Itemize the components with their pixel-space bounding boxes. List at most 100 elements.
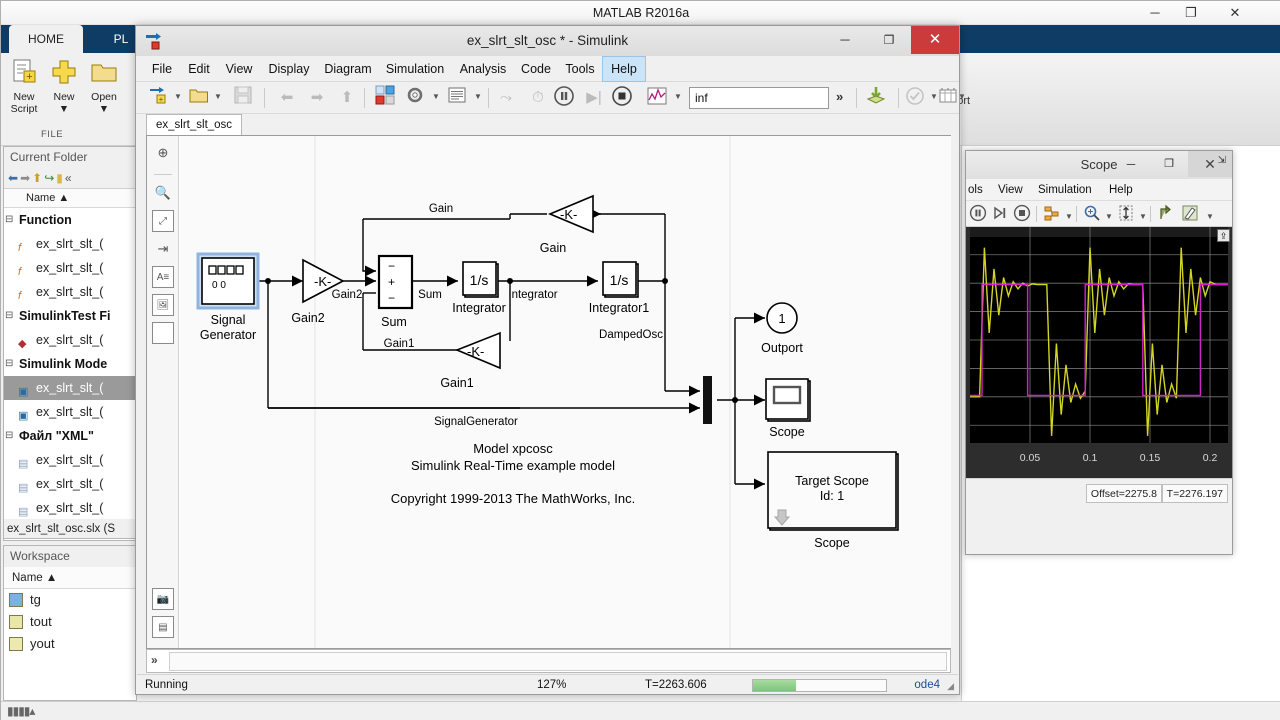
new-button[interactable]: New ▼ [44, 57, 84, 115]
pause-icon[interactable] [550, 85, 578, 111]
settings-dropdown-icon[interactable]: ▼ [432, 92, 440, 101]
annotation-icon[interactable]: A≡ [152, 266, 174, 288]
workspace-variable-row[interactable]: tg [4, 589, 138, 611]
model-explorer-icon[interactable] [444, 85, 470, 111]
file-group-header[interactable]: Файл "XML" [4, 424, 138, 448]
back-icon[interactable]: ⬅ [8, 171, 20, 185]
scope-plot[interactable]: 0.05 0.1 0.15 0.2 [966, 227, 1232, 478]
scope-pause-icon[interactable] [968, 204, 988, 224]
menu-display[interactable]: Display [260, 56, 318, 82]
forward-icon[interactable]: ➡ [20, 171, 32, 185]
pin-icon[interactable]: ⇪ [1217, 229, 1230, 242]
matlab-minimize-button[interactable]: ─ [1137, 1, 1173, 25]
style-icon[interactable] [1180, 204, 1200, 224]
menu-simulation[interactable]: Simulation [378, 56, 452, 82]
simulink-maximize-button[interactable]: ❐ [867, 26, 911, 54]
scope-menu-ols[interactable]: ols [968, 179, 983, 201]
fit-dropdown-icon[interactable]: ▼ [1139, 212, 1147, 221]
open-folder-icon[interactable] [186, 85, 212, 111]
file-list-item[interactable]: 𝑓 ex_slrt_slt_( [4, 280, 138, 304]
scope-fit-to-view-icon[interactable] [1116, 204, 1136, 224]
scope-maximize-button[interactable]: ❐ [1150, 151, 1188, 177]
current-folder-column-header[interactable]: Name ▲ [4, 189, 138, 208]
configuration-dropdown-icon[interactable]: ▼ [1065, 212, 1073, 221]
cursor-measurements-icon[interactable] [1156, 204, 1176, 224]
overflow-icon[interactable]: « [65, 171, 74, 185]
new-script-button[interactable]: + New Script [4, 57, 44, 115]
arrow-right-icon[interactable]: ➡ [304, 85, 330, 111]
menu-analysis[interactable]: Analysis [452, 56, 514, 82]
area-icon[interactable] [152, 322, 174, 344]
folder-icon[interactable]: ▮ [56, 171, 65, 185]
menu-help[interactable]: Help [602, 56, 646, 82]
file-group-header[interactable]: SimulinkTest Fi [4, 304, 138, 328]
camera-icon[interactable]: 📷 [152, 588, 174, 610]
arrow-left-icon[interactable]: ⬅ [274, 85, 300, 111]
up-folder-icon[interactable]: ⬆ [32, 171, 44, 185]
current-folder-file-tree[interactable]: Function 𝑓 ex_slrt_slt_(𝑓 ex_slrt_slt_(𝑓 ex_… [4, 208, 138, 541]
simulink-close-button[interactable]: ✕ [911, 26, 959, 54]
bottom-bar-chevron-icon[interactable]: » [151, 653, 158, 667]
library-browser-icon[interactable] [372, 85, 398, 111]
file-list-item[interactable]: ▤ ex_slrt_slt_( [4, 496, 138, 520]
step-forward-icon[interactable]: ▶| [580, 85, 608, 111]
target-icon[interactable]: ⊕ [152, 142, 174, 164]
fast-restart-icon[interactable]: ⏱ [524, 85, 552, 111]
configuration-icon[interactable] [1042, 204, 1062, 224]
grid-dropdown-icon[interactable]: ▼ [958, 92, 966, 101]
arrow-up-icon[interactable]: ⬆ [334, 85, 360, 111]
scope-menu-help[interactable]: Help [1109, 179, 1133, 201]
menu-code[interactable]: Code [514, 56, 558, 82]
model-settings-icon[interactable] [402, 85, 428, 111]
refresh-icon[interactable]: ↪ [44, 171, 56, 185]
workspace-variable-list[interactable]: tg tout yout [4, 589, 138, 655]
tab-home[interactable]: HOME [9, 25, 83, 53]
menu-diagram[interactable]: Diagram [318, 56, 378, 82]
file-group-header[interactable]: Simulink Mode [4, 352, 138, 376]
status-solver[interactable]: ode4 [914, 675, 940, 695]
statusbar-grip-icon[interactable]: ▮▮▮▮▴ [7, 704, 35, 718]
fit-to-view-icon[interactable]: ⤢ [152, 210, 174, 232]
style-dropdown-icon[interactable]: ▼ [1206, 212, 1214, 221]
stop-time-input[interactable]: inf [689, 87, 829, 109]
workspace-variable-row[interactable]: yout [4, 633, 138, 655]
stop-icon[interactable] [608, 85, 636, 111]
menu-view[interactable]: View [218, 56, 260, 82]
menu-tools[interactable]: Tools [558, 56, 602, 82]
current-folder-toolbar[interactable]: ⬅➡⬆↪▮« [4, 167, 138, 189]
workspace-column-header[interactable]: Name ▲ [4, 567, 138, 589]
simulink-minimize-button[interactable]: ─ [823, 26, 867, 54]
file-list-item[interactable]: ▣ ex_slrt_slt_( [4, 400, 138, 424]
simulink-model-canvas[interactable]: 0 0 Signal Generator -K- Gain2 − + − Sum [180, 136, 951, 648]
bottom-bar-field[interactable] [169, 652, 947, 671]
scope-stop-icon[interactable] [1012, 204, 1032, 224]
menu-edit[interactable]: Edit [180, 56, 218, 82]
workspace-variable-row[interactable]: tout [4, 611, 138, 633]
file-list-item[interactable]: ▤ ex_slrt_slt_( [4, 448, 138, 472]
file-list-item[interactable]: ▤ ex_slrt_slt_( [4, 472, 138, 496]
build-model-icon[interactable] [862, 85, 890, 111]
open-dropdown-icon[interactable]: ▼ [214, 92, 222, 101]
viewer-dropdown-icon[interactable]: ▼ [674, 92, 682, 101]
save-icon[interactable] [230, 85, 256, 111]
toolbar-overflow-button[interactable]: » [836, 89, 843, 104]
scope-menu-view[interactable]: View [998, 179, 1023, 201]
report-icon[interactable]: ▤ [152, 616, 174, 638]
new-model-dropdown-icon[interactable]: ▼ [174, 92, 182, 101]
undock-icon[interactable]: ⇲ [1218, 155, 1226, 166]
open-button[interactable]: Open ▼ [84, 57, 124, 115]
explorer-dropdown-icon[interactable]: ▼ [474, 92, 482, 101]
menu-file[interactable]: File [144, 56, 180, 82]
scope-zoom-in-icon[interactable] [1082, 204, 1102, 224]
model-tab[interactable]: ex_slrt_slt_osc [146, 114, 243, 135]
file-list-item[interactable]: 𝑓 ex_slrt_slt_( [4, 256, 138, 280]
file-group-header[interactable]: Function [4, 208, 138, 232]
scope-step-forward-icon[interactable] [990, 204, 1010, 224]
matlab-close-button[interactable]: ✕ [1211, 1, 1259, 25]
image-icon[interactable]: 🖼 [152, 294, 174, 316]
update-model-icon[interactable]: ⤳ [492, 85, 520, 111]
file-list-item[interactable]: 𝑓 ex_slrt_slt_( [4, 232, 138, 256]
zoom-dropdown-icon[interactable]: ▼ [1105, 212, 1113, 221]
grid-icon[interactable] [936, 85, 960, 111]
signal-routing-icon[interactable]: ⇥ [152, 238, 174, 260]
